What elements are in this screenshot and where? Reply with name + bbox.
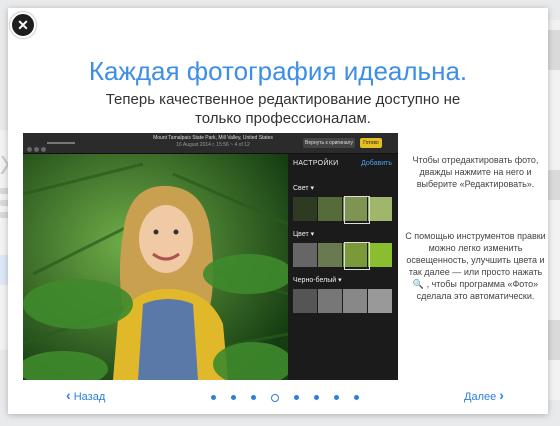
done-button: Готово: [360, 138, 382, 148]
background-app-right-edge: [548, 20, 560, 400]
photos-app-screenshot: Mount Tamalpais State Park, Mill Valley,…: [23, 133, 398, 380]
dialog-subtitle: Теперь качественное редактирование досту…: [105, 91, 461, 127]
dialog-title: Каждая фотография идеальна.: [88, 56, 468, 86]
back-button[interactable]: ‹ Назад: [66, 387, 105, 403]
screenshot-toolbar: Mount Tamalpais State Park, Mill Valley,…: [23, 133, 398, 154]
light-section-label: Свет ▾: [293, 185, 315, 192]
light-slider-handle: [344, 196, 370, 224]
background-block: [548, 30, 560, 70]
chevron-left-icon: ‹: [66, 387, 71, 403]
next-label: Далее: [464, 391, 497, 403]
back-label: Назад: [73, 391, 106, 403]
add-adjustment-link: Добавить: [361, 160, 392, 167]
page-dot[interactable]: [211, 395, 216, 401]
page-indicator: [211, 389, 374, 402]
adjustments-panel: НАСТРОЙКИ Добавить Свет ▾ Цвет ▾ Черно-б…: [288, 154, 398, 380]
color-filmstrip: [293, 243, 393, 267]
onboarding-dialog: Каждая фотография идеальна. Теперь качес…: [8, 8, 548, 414]
magic-wand-icon: 🔍: [412, 279, 425, 289]
photo-location-title: Mount Tamalpais State Park, Mill Valley,…: [153, 135, 273, 141]
page-dot[interactable]: [354, 395, 359, 401]
sample-photo: [23, 154, 288, 380]
page-dot[interactable]: [334, 395, 339, 401]
revert-button: Вернуть к оригиналу: [303, 138, 355, 148]
page-dot[interactable]: [231, 395, 236, 401]
color-slider-handle: [344, 242, 370, 270]
color-section-label: Цвет ▾: [293, 231, 315, 238]
adjustments-title: НАСТРОЙКИ: [293, 160, 339, 167]
photo-location: Mount Tamalpais State Park, Mill Valley,…: [123, 135, 303, 149]
tip-tools-text-end: , чтобы программа «Фото» сделала это авт…: [416, 279, 539, 301]
tip-edit-text: Чтобы отредактировать фото, дважды нажми…: [412, 155, 539, 189]
bw-filmstrip: [293, 289, 393, 313]
chevron-right-icon: ›: [499, 387, 504, 403]
photo-date: 16 August 2014 г. 15:56 ~ 4 of 12: [176, 142, 250, 148]
tip-tools-text: С помощью инструментов правки можно легк…: [403, 230, 548, 302]
bw-section-label: Черно-белый ▾: [293, 277, 342, 284]
page-dot-current[interactable]: [271, 393, 279, 402]
page-dot[interactable]: [251, 395, 256, 401]
next-button[interactable]: Далее ›: [464, 387, 504, 403]
background-block: [548, 320, 560, 360]
page-dot[interactable]: [294, 395, 299, 401]
background-block: [548, 170, 560, 200]
close-icon[interactable]: ✕: [10, 12, 36, 38]
page-dot[interactable]: [314, 395, 319, 401]
light-filmstrip: [293, 197, 393, 221]
zoom-slider: [47, 142, 75, 144]
portrait-illustration: [23, 154, 288, 380]
tip-tools-text-start: С помощью инструментов правки можно легк…: [405, 231, 546, 277]
